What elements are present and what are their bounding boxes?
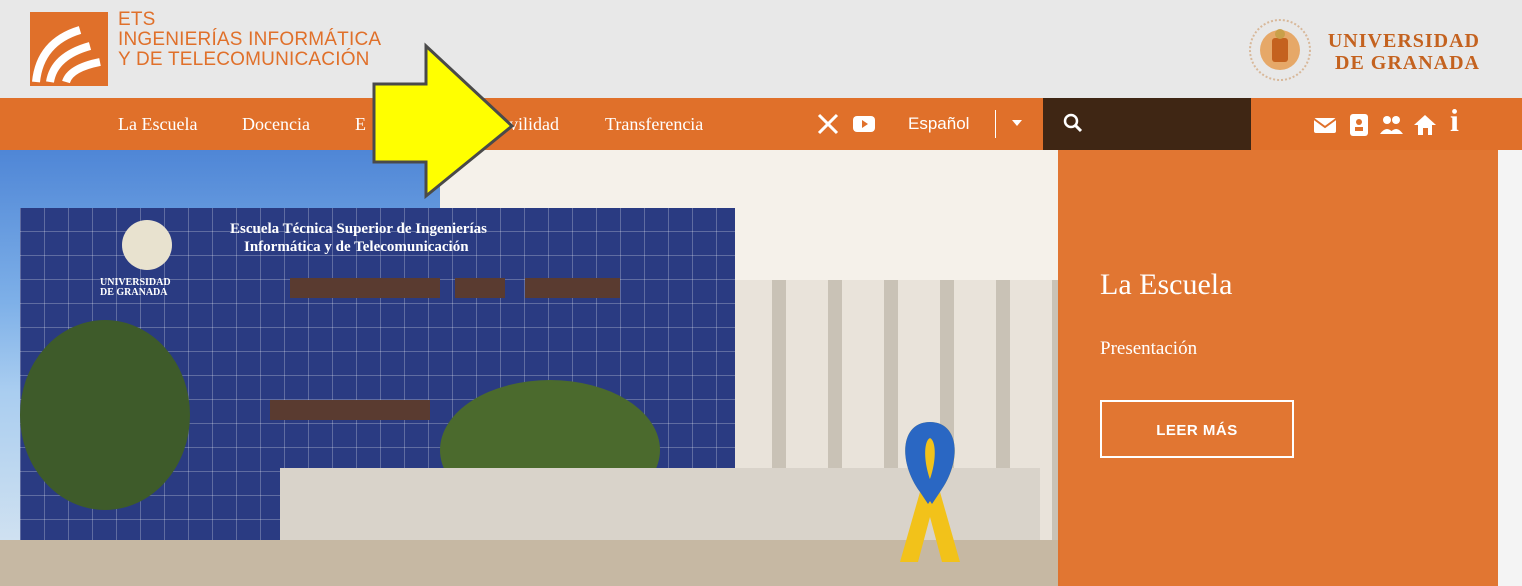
contact-card-icon[interactable]	[1346, 112, 1372, 138]
info-icon[interactable]: i	[1450, 102, 1459, 139]
ets-logo-icon[interactable]	[30, 12, 108, 86]
window-band	[290, 278, 440, 298]
ugr-seal-icon[interactable]	[1248, 18, 1312, 82]
building-ugr-line-2: DE GRANADA	[100, 287, 168, 298]
language-selector[interactable]: Español	[908, 98, 969, 150]
arrow-overlay-icon	[372, 42, 515, 200]
panel-subtitle: Presentación	[1100, 338, 1198, 359]
university-name[interactable]: UNIVERSIDAD DE GRANADA	[1326, 30, 1480, 74]
window-band	[455, 278, 505, 298]
panel-title: La Escuela	[1100, 268, 1233, 301]
tree-image	[20, 320, 190, 510]
search-icon[interactable]	[1062, 112, 1084, 134]
ribbon-icon	[900, 422, 960, 562]
window-band	[270, 400, 430, 420]
university-line-2: DE GRANADA	[1335, 52, 1480, 74]
nav-item-transferencia[interactable]: Transferencia	[605, 98, 703, 150]
page-margin	[1498, 150, 1522, 586]
building-caption-line-1: Escuela Técnica Superior de Ingenierías	[230, 221, 487, 237]
youtube-icon[interactable]	[852, 112, 876, 136]
top-header: ETS INGENIERÍAS INFORMÁTICA Y DE TELECOM…	[0, 0, 1522, 98]
nav-item-docencia[interactable]: Docencia	[242, 98, 310, 150]
school-name[interactable]: ETS INGENIERÍAS INFORMÁTICA Y DE TELECOM…	[118, 10, 381, 70]
language-divider	[995, 110, 996, 138]
school-line-3: Y DE TELECOMUNICACIÓN	[118, 49, 370, 70]
chevron-down-icon[interactable]	[1012, 120, 1022, 126]
home-icon[interactable]	[1412, 112, 1438, 138]
read-more-button[interactable]: LEER MÁS	[1100, 400, 1294, 458]
building-caption: Escuela Técnica Superior de Ingenierías …	[230, 220, 487, 256]
building-ugr-label: UNIVERSIDAD DE GRANADA	[100, 278, 171, 298]
people-icon[interactable]	[1378, 112, 1404, 138]
university-line-1: UNIVERSIDAD	[1327, 30, 1480, 52]
school-line-2: INGENIERÍAS INFORMÁTICA	[118, 29, 382, 50]
building-caption-line-2: Informática y de Telecomunicación	[244, 239, 469, 255]
nav-item-la-escuela[interactable]: La Escuela	[118, 98, 197, 150]
x-icon[interactable]	[816, 112, 840, 136]
hero-banner: Escuela Técnica Superior de Ingenierías …	[0, 150, 1522, 586]
building-seal-icon	[122, 220, 172, 270]
mail-icon[interactable]	[1312, 112, 1338, 138]
school-line-1: ETS	[118, 9, 156, 30]
feature-panel	[1058, 150, 1498, 586]
main-nav: La Escuela Docencia E Movilidad Transfer…	[0, 98, 1522, 150]
window-band	[525, 278, 620, 298]
nav-item-partial[interactable]: E	[355, 98, 366, 150]
